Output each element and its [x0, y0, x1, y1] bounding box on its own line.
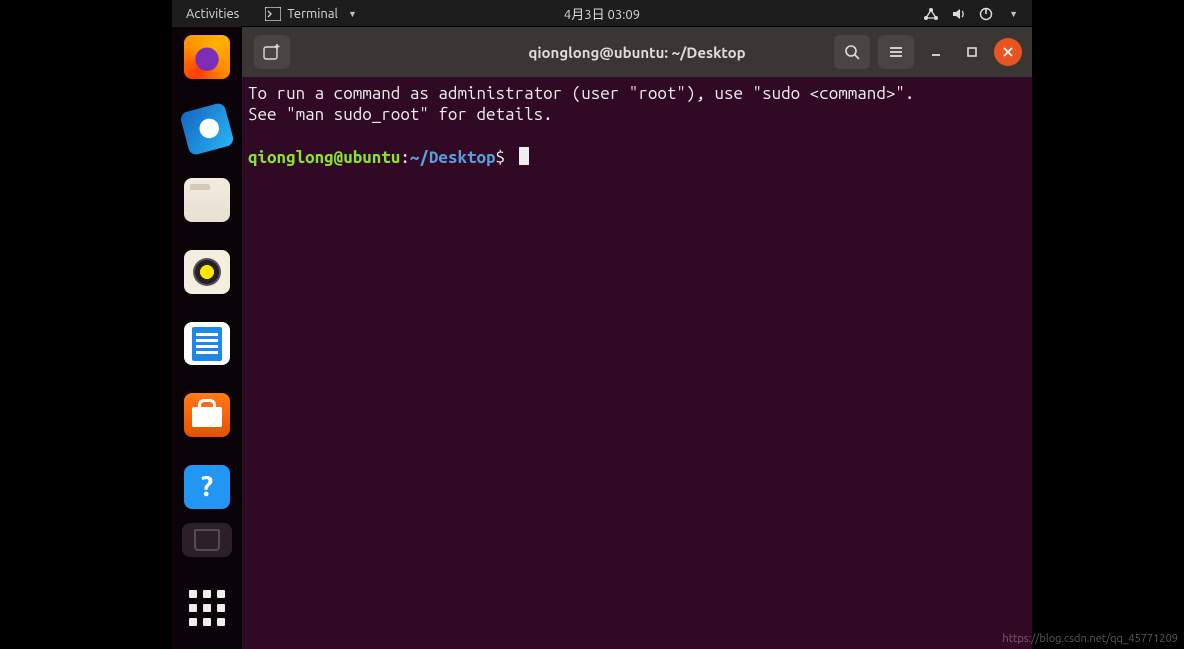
terminal-icon [265, 7, 281, 21]
watermark: https://blog.csdn.net/qq_45771209 [1002, 633, 1178, 645]
dock-files[interactable] [184, 178, 230, 222]
hamburger-icon [888, 45, 904, 59]
dock: ? [172, 27, 242, 649]
terminal-body[interactable]: To run a command as administrator (user … [242, 77, 1032, 649]
motd-line: To run a command as administrator (user … [248, 84, 914, 103]
window-title: qionglong@ubuntu: ~/Desktop [528, 44, 745, 61]
search-icon [844, 44, 860, 60]
search-button[interactable] [834, 35, 870, 69]
terminal-window: qionglong@ubuntu: ~/Desktop [242, 27, 1032, 649]
new-tab-icon [263, 44, 281, 60]
chevron-down-icon: ▼ [348, 9, 357, 19]
prompt-path: ~/Desktop [410, 148, 496, 167]
motd-line: See "man sudo_root" for details. [248, 105, 553, 124]
chevron-down-icon: ▼ [1009, 9, 1018, 19]
maximize-button[interactable] [958, 38, 986, 66]
dock-software[interactable] [184, 393, 230, 437]
new-tab-button[interactable] [254, 35, 290, 69]
clock[interactable]: 4月3日 03:09 [554, 4, 650, 23]
app-menu[interactable]: Terminal ▼ [253, 0, 369, 27]
dock-thunderbird[interactable] [179, 101, 235, 155]
status-area[interactable]: ▼ [909, 7, 1032, 21]
activities-button[interactable]: Activities [172, 0, 253, 27]
volume-icon [951, 7, 967, 21]
dock-writer[interactable] [184, 322, 230, 366]
prompt: qionglong@ubuntu:~/Desktop$ [248, 148, 505, 167]
close-button[interactable] [994, 38, 1022, 66]
show-applications[interactable] [184, 585, 230, 631]
minimize-icon [930, 46, 942, 58]
power-icon [979, 7, 993, 21]
close-icon [1002, 46, 1014, 58]
maximize-icon [966, 46, 978, 58]
cursor [519, 147, 529, 165]
titlebar: qionglong@ubuntu: ~/Desktop [242, 27, 1032, 77]
app-menu-label: Terminal [287, 7, 338, 21]
network-icon [923, 7, 939, 21]
top-bar: Activities Terminal ▼ 4月3日 03:09 ▼ [172, 0, 1032, 27]
minimize-button[interactable] [922, 38, 950, 66]
dock-rhythmbox[interactable] [184, 250, 230, 294]
prompt-user: qionglong@ubuntu [248, 148, 400, 167]
hamburger-menu[interactable] [878, 35, 914, 69]
dock-trash[interactable] [182, 523, 232, 557]
dock-help[interactable]: ? [184, 465, 230, 509]
dock-firefox[interactable] [184, 35, 230, 79]
